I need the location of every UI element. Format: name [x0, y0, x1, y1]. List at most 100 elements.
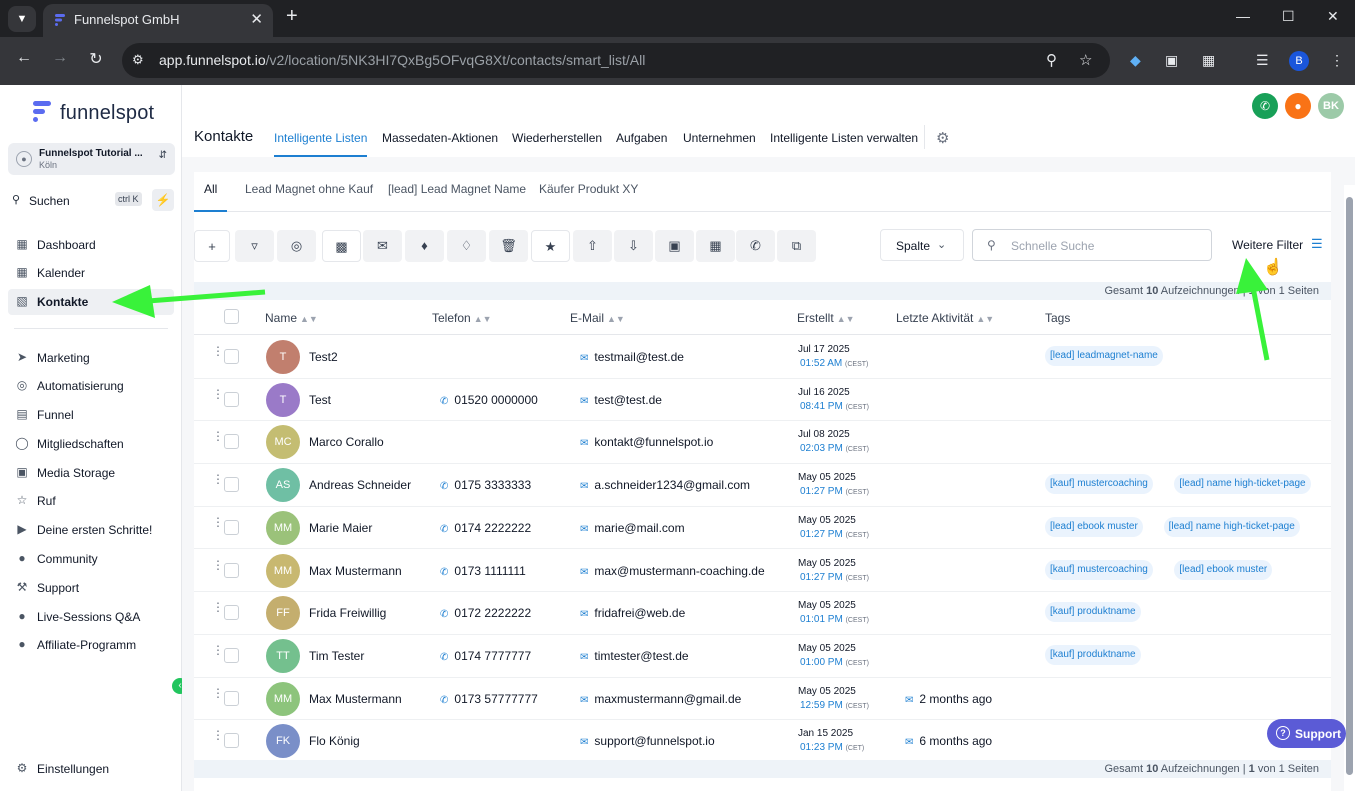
contact-phone[interactable]: ✆ 0174 2222222 — [440, 521, 531, 535]
row-checkbox[interactable] — [224, 519, 239, 535]
maximize-icon[interactable]: ☐ — [1282, 8, 1295, 25]
sidebar-item-funnel[interactable]: ▤ Funnel — [8, 402, 174, 428]
table-row[interactable]: ⋮ T Test ✆ 01520 0000000 ✉ test@test.de Jul 16 … — [194, 378, 1331, 422]
contact-email[interactable]: ✉ fridafrei@web.de — [580, 606, 685, 620]
quick-action-bolt-icon[interactable]: ⚡ — [152, 189, 174, 211]
contact-tag[interactable]: [kauf] mustercoaching — [1045, 474, 1153, 495]
table-row[interactable]: ⋮ TT Tim Tester ✆ 0174 7777777 ✉ timtester@tes… — [194, 634, 1331, 678]
row-checkbox[interactable] — [224, 477, 239, 493]
drag-handle-icon[interactable]: ⋮ — [212, 687, 224, 699]
column-header-name[interactable]: Name ▲▼ — [265, 311, 318, 325]
import-icon[interactable]: ⇩ — [614, 230, 653, 262]
contact-avatar[interactable]: FF — [266, 596, 300, 631]
tab-intelligente-listen[interactable]: Intelligente Listen — [274, 131, 368, 157]
row-checkbox[interactable] — [224, 647, 239, 663]
drag-handle-icon[interactable]: ⋮ — [212, 559, 224, 571]
remove-tag-icon[interactable]: ♢ — [447, 230, 486, 262]
drag-handle-icon[interactable]: ⋮ — [212, 601, 224, 613]
drag-handle-icon[interactable]: ⋮ — [212, 430, 224, 442]
pipeline-icon[interactable]: ▣ — [655, 230, 694, 262]
contact-avatar[interactable]: MM — [266, 510, 300, 545]
export-icon[interactable]: ⇧ — [573, 230, 612, 262]
contact-name[interactable]: Max Mustermann — [309, 564, 402, 578]
row-checkbox[interactable] — [224, 434, 239, 450]
extension-code-icon[interactable]: ▣ — [1165, 52, 1178, 69]
more-filters-button[interactable]: Weitere Filter — [1232, 238, 1303, 252]
site-info-icon[interactable]: ⚙ — [132, 52, 144, 68]
row-checkbox[interactable] — [224, 690, 239, 706]
close-window-icon[interactable]: ✕ — [1327, 8, 1339, 25]
extensions-puzzle-icon[interactable]: ▦ — [1202, 52, 1215, 69]
contact-name[interactable]: Marco Corallo — [309, 435, 384, 449]
review-star-icon[interactable]: ★ — [531, 230, 570, 262]
drag-handle-icon[interactable]: ⋮ — [212, 473, 224, 485]
smartlist-tab-lead-magnet-ohne-kauf[interactable]: Lead Magnet ohne Kauf — [245, 182, 373, 212]
contact-phone[interactable]: ✆ 0173 1111111 — [440, 564, 526, 578]
contact-avatar[interactable]: AS — [266, 468, 300, 503]
sms-icon[interactable]: ▩ — [322, 230, 361, 262]
sidebar-item-ruf[interactable]: ☆ Ruf — [8, 488, 174, 514]
table-row[interactable]: ⋮ MM Max Mustermann ✆ 0173 57777777 ✉ maxmuste… — [194, 677, 1331, 721]
smartlist-tab-lead-magnet-name[interactable]: [lead] Lead Magnet Name — [388, 182, 526, 212]
support-chat-button[interactable]: ? Support — [1267, 719, 1346, 748]
sidebar-item-support[interactable]: ⚒ Support — [8, 575, 174, 601]
notification-bell-icon[interactable]: ● — [1285, 93, 1311, 119]
email-icon[interactable]: ✉ — [363, 230, 402, 262]
location-switcher[interactable]: ● Funnelspot Tutorial ... Köln ⇵ — [8, 143, 175, 175]
contact-email[interactable]: ✉ max@mustermann-coaching.de — [580, 564, 765, 578]
contact-email[interactable]: ✉ marie@mail.com — [580, 521, 685, 535]
extension-diamond-icon[interactable]: ◆ — [1130, 52, 1141, 69]
company-icon[interactable]: ▦ — [696, 230, 735, 262]
contact-email[interactable]: ✉ test@test.de — [580, 393, 662, 407]
contact-name[interactable]: Test — [309, 393, 331, 407]
row-checkbox[interactable] — [224, 562, 239, 578]
minimize-icon[interactable]: — — [1236, 8, 1250, 24]
user-avatar[interactable]: BK — [1318, 93, 1344, 119]
table-row[interactable]: ⋮ FK Flo König ✉ support@funnelspot.io Jan 15… — [194, 720, 1331, 763]
browser-menu-icon[interactable]: ⋮ — [1330, 52, 1344, 69]
page-scrollbar[interactable] — [1344, 185, 1355, 791]
contact-tag[interactable]: [kauf] produktname — [1045, 602, 1141, 623]
sidebar-item-kontakte[interactable]: ▧ Kontakte — [8, 289, 174, 315]
drag-handle-icon[interactable]: ⋮ — [212, 516, 224, 528]
column-header-erstellt[interactable]: Erstellt ▲▼ — [797, 311, 855, 325]
contact-tag[interactable]: [lead] ebook muster — [1174, 559, 1273, 580]
sidebar-item-dashboard[interactable]: ▦ Dashboard — [8, 232, 174, 258]
row-checkbox[interactable] — [224, 605, 239, 621]
tab-wiederherstellen[interactable]: Wiederherstellen — [512, 131, 602, 157]
contact-phone[interactable]: ✆ 0173 57777777 — [440, 692, 538, 706]
contact-email[interactable]: ✉ maxmustermann@gmail.de — [580, 692, 741, 706]
new-tab-button[interactable]: + — [286, 5, 298, 28]
reload-icon[interactable]: ↻ — [86, 49, 106, 69]
sidebar-search[interactable]: ⚲ Suchen ctrl K — [8, 189, 146, 211]
contact-name[interactable]: Frida Freiwillig — [309, 606, 386, 620]
zoom-icon[interactable]: ⚲ — [1046, 51, 1057, 69]
phone-button-icon[interactable]: ✆ — [1252, 93, 1278, 119]
contact-avatar[interactable]: T — [266, 340, 300, 374]
contact-name[interactable]: Andreas Schneider — [309, 478, 411, 492]
sliders-icon[interactable]: ☰ — [1311, 236, 1323, 252]
media-queue-icon[interactable]: ☰ — [1256, 52, 1269, 69]
table-row[interactable]: ⋮ MM Max Mustermann ✆ 0173 1111111 ✉ max@muste… — [194, 549, 1331, 593]
add-contact-icon[interactable]: + — [194, 230, 230, 262]
tab-search-button[interactable]: ▼ — [8, 6, 36, 32]
sidebar-item-kalender[interactable]: ▦ Kalender — [8, 260, 174, 286]
contact-name[interactable]: Flo König — [309, 734, 360, 748]
sidebar-item-affiliate[interactable]: ● Affiliate-Programm — [8, 632, 174, 658]
table-row[interactable]: ⋮ MM Marie Maier ✆ 0174 2222222 ✉ marie@mail.c… — [194, 506, 1331, 550]
contact-name[interactable]: Marie Maier — [309, 521, 372, 535]
contact-email[interactable]: ✉ support@funnelspot.io — [580, 734, 715, 748]
contact-name[interactable]: Max Mustermann — [309, 692, 402, 706]
scrollbar-thumb[interactable] — [1346, 197, 1353, 775]
table-row[interactable]: ⋮ AS Andreas Schneider ✆ 0175 3333333 ✉ a.schn… — [194, 464, 1331, 507]
drag-handle-icon[interactable]: ⋮ — [212, 729, 224, 741]
settings-gear-icon[interactable]: ⚙ — [936, 129, 949, 147]
close-tab-icon[interactable]: ✕ — [250, 10, 263, 28]
smartlist-tab-kaeufer-produkt[interactable]: Käufer Produkt XY — [539, 182, 638, 212]
table-row[interactable]: ⋮ T Test2 ✉ testmail@test.de Jul 17 2025 01:52… — [194, 336, 1331, 379]
contact-name[interactable]: Tim Tester — [309, 649, 364, 663]
contact-tag[interactable]: [lead] ebook muster — [1045, 516, 1143, 537]
add-tag-icon[interactable]: ♦ — [405, 230, 444, 262]
contact-email[interactable]: ✉ timtester@test.de — [580, 649, 689, 663]
contact-phone[interactable]: ✆ 0174 7777777 — [440, 649, 531, 663]
